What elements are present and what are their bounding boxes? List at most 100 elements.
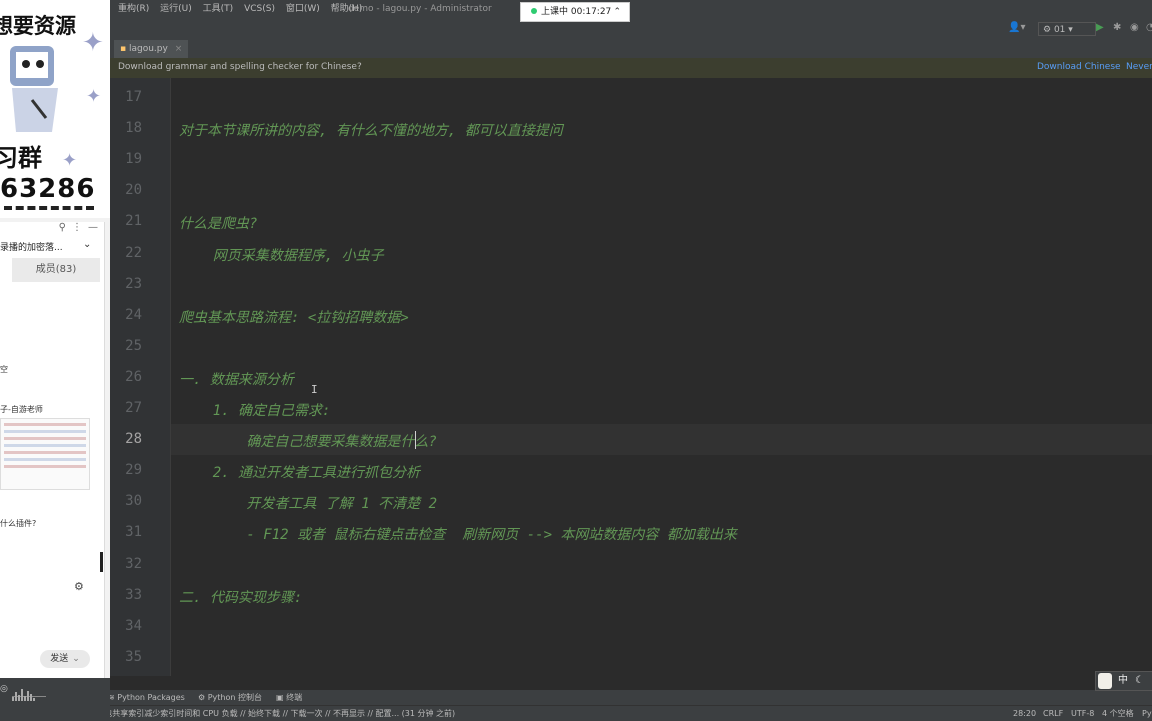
line-number: 24 (125, 306, 142, 323)
file-encoding[interactable]: UTF-8 (1071, 706, 1094, 721)
notification-message: Download grammar and spelling checker fo… (118, 62, 362, 72)
chat-group-title[interactable]: 录播的加密落... (0, 240, 63, 253)
line-number: 34 (125, 617, 142, 634)
tool-window-bar: ≋ Python Packages ⚙ Python 控制台 ▣ 终端 (104, 690, 1152, 705)
line-number: 29 (125, 462, 142, 479)
live-indicator-icon (531, 8, 537, 14)
line-number: 27 (125, 400, 142, 416)
line-number: 28 (125, 431, 142, 448)
user-icon[interactable]: 👤▾ (1008, 22, 1025, 33)
sparkle-icon: ✦ (82, 28, 104, 58)
never-link[interactable]: Never (1126, 58, 1152, 77)
python-interpreter[interactable]: Py (1142, 706, 1152, 721)
class-timer[interactable]: 上课中 00:17:27 ⌃ (520, 2, 630, 22)
promo-qq-number: 63286 (0, 174, 96, 204)
chevron-down-icon[interactable]: ⌄ (72, 654, 80, 664)
code-line[interactable]: 对于本节课所讲的内容, 有什么不懂的地方, 都可以直接提问 (179, 120, 563, 140)
line-number: 25 (125, 337, 142, 354)
minimize-icon[interactable]: — (88, 222, 98, 238)
menu-vcs[interactable]: VCS(S) (244, 0, 275, 19)
promo-text-2: 习群 (0, 144, 42, 172)
timer-label: 上课中 00:17:27 (541, 7, 612, 17)
pin-icon[interactable]: ⚲ (59, 222, 66, 238)
line-number: 18 (125, 120, 142, 137)
moon-icon: ☾ (1135, 675, 1144, 686)
line-number: 22 (125, 244, 142, 261)
menu-run[interactable]: 运行(U) (160, 0, 192, 19)
code-line[interactable]: 爬虫基本思路流程: <拉钩招聘数据> (179, 307, 409, 327)
sparkle-icon: ✦ (62, 150, 78, 171)
indent-setting[interactable]: 4 个空格 (1102, 706, 1134, 721)
line-number-gutter: 17 18 19 20 21 22 23 24 25 26 27 28 29 30 31 32 33 34 35 (110, 78, 171, 676)
scrollbar[interactable] (100, 552, 103, 572)
chevron-up-icon[interactable]: ⌃ (613, 3, 621, 21)
code-line[interactable]: 什么是爬虫? (179, 213, 257, 233)
coverage-icon[interactable]: ◉ (1130, 22, 1139, 33)
code-line[interactable]: 开发者工具 了解 1 不清楚 2 (179, 493, 437, 513)
promo-text-1: 想要资源 (0, 14, 76, 38)
audio-level-icon (12, 682, 46, 701)
ime-language: 中 (1118, 675, 1128, 686)
code-line[interactable]: 2. 通过开发者工具进行抓包分析 (179, 462, 420, 482)
menu-tools[interactable]: 工具(T) (203, 0, 234, 19)
tool-python-console-label: Python 控制台 (207, 693, 262, 702)
chat-message: 子-自游老师 (0, 405, 43, 414)
run-config-label: 01 (1053, 25, 1066, 35)
tab-lagou-py[interactable]: ▪ lagou.py × (114, 40, 189, 60)
run-icon[interactable]: ▶ (1096, 22, 1104, 33)
chat-window-controls: ⚲ ⋮ — (0, 222, 104, 238)
chevron-down-icon[interactable]: ⌄ (83, 239, 91, 250)
mouse-ibeam-cursor: I (311, 383, 318, 396)
promo-banner: 想要资源 ✦ ✦ ✦ 习群 63286 (0, 0, 110, 218)
toolbar: 👤▾ ⚙ 01 ▾ ▶ ✱ ◉ ◔ (110, 20, 1152, 40)
window-title: demo - lagou.py - Administrator (348, 4, 492, 14)
line-number: 17 (125, 89, 142, 105)
code-line[interactable]: 网页采集数据程序, 小虫子 (179, 245, 384, 265)
line-number: 23 (125, 275, 142, 292)
ime-mascot-icon (1098, 673, 1112, 689)
line-number: 21 (125, 213, 142, 230)
text-caret (415, 431, 416, 449)
tool-terminal[interactable]: ▣ 终端 (276, 690, 302, 705)
more-icon[interactable]: ⋮ (72, 222, 82, 238)
editor-tabs: ▪ lagou.py × (110, 40, 1152, 60)
line-number: 32 (125, 555, 142, 572)
line-number: 31 (125, 524, 142, 541)
members-tab[interactable]: 成员(83) (12, 258, 100, 282)
code-line[interactable]: 一. 数据来源分析 (179, 369, 294, 389)
chat-footer: ◎ (0, 678, 110, 720)
line-number: 19 (125, 151, 142, 168)
tool-python-console[interactable]: ⚙ Python 控制台 (198, 690, 262, 705)
line-number: 30 (125, 493, 142, 510)
download-chinese-link[interactable]: Download Chinese (1037, 58, 1121, 77)
menu-window[interactable]: 窗口(W) (286, 0, 320, 19)
code-line[interactable]: 1. 确定自己需求: (179, 400, 331, 420)
divider (4, 206, 94, 214)
code-line[interactable]: - F12 或者 鼠标右键点击检查 刷新网页 --> 本网站数据内容 都加载出来 (179, 524, 736, 544)
close-icon[interactable]: × (175, 44, 183, 54)
chat-panel: ⚲ ⋮ — 录播的加密落... ⌄ 成员(83) 空 子-自游老师 什么插件? … (0, 222, 105, 702)
menu-refactor[interactable]: 重构(R) (118, 0, 149, 19)
debug-icon[interactable]: ✱ (1113, 22, 1121, 33)
caret-position[interactable]: 28:20 (1013, 706, 1036, 721)
profile-icon[interactable]: ◔ (1146, 22, 1152, 33)
run-config-select[interactable]: ⚙ 01 ▾ (1038, 22, 1096, 36)
menu-bar: 重构(R) 运行(U) 工具(T) VCS(S) 窗口(W) 帮助(H) dem… (110, 0, 1152, 20)
tab-label: lagou.py (128, 44, 168, 54)
settings-icon[interactable]: ⚙ (74, 580, 84, 593)
line-number: 20 (125, 182, 142, 199)
code-line[interactable]: 二. 代码实现步骤: (179, 587, 302, 607)
tool-python-packages-label: Python Packages (117, 693, 185, 702)
code-editor[interactable] (171, 78, 1152, 676)
line-number: 33 (125, 586, 142, 603)
send-label: 发送 (50, 654, 69, 664)
code-line[interactable]: 确定自己想要采集数据是什么? (179, 431, 436, 451)
line-number: 35 (125, 648, 142, 665)
chat-overlay: 想要资源 ✦ ✦ ✦ 习群 63286 ⚲ ⋮ — 录播的加密落... ⌄ 成员… (0, 0, 110, 720)
send-button[interactable]: 发送 ⌄ (40, 650, 90, 668)
line-separator[interactable]: CRLF (1043, 706, 1063, 721)
tool-python-packages[interactable]: ≋ Python Packages (108, 690, 185, 705)
screenshot-thumbnail[interactable] (0, 418, 90, 490)
ime-indicator[interactable]: 中 ☾ (1095, 671, 1152, 691)
chat-message: 什么插件? (0, 519, 37, 528)
